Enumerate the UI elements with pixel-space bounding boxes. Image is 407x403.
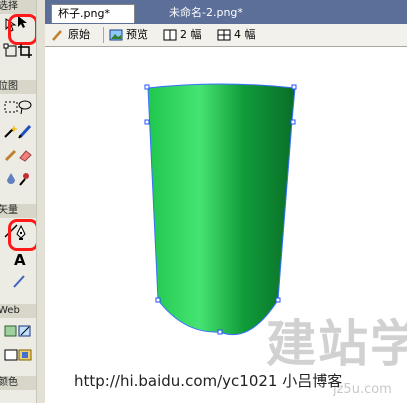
four-up-view-button[interactable]: 4 幅 xyxy=(217,27,256,43)
four-pane-icon xyxy=(217,29,231,41)
site-watermark-chinese: 建站学 xyxy=(266,315,407,373)
brush-icon[interactable] xyxy=(16,122,34,140)
original-view-button[interactable]: 原始 xyxy=(51,27,90,43)
two-pane-icon xyxy=(163,29,177,41)
rubber-stamp-icon[interactable] xyxy=(16,170,34,188)
lasso-icon[interactable] xyxy=(16,98,34,116)
eraser-icon[interactable] xyxy=(16,146,34,164)
text-tool-icon[interactable]: A xyxy=(10,250,28,268)
document-tab-bar: 杯子.png* 未命名-2.png* xyxy=(45,0,407,24)
crop-icon[interactable] xyxy=(16,42,34,60)
slice-icon[interactable] xyxy=(16,322,34,340)
knife-icon[interactable] xyxy=(10,272,28,290)
preview-view-label: 预览 xyxy=(126,28,148,41)
svg-text:A: A xyxy=(14,251,26,267)
image-icon xyxy=(109,29,123,41)
show-slices-icon[interactable] xyxy=(16,346,34,364)
pencil-icon xyxy=(52,30,62,41)
four-up-view-label: 4 幅 xyxy=(234,28,256,41)
highlight-pen-tool xyxy=(8,219,39,251)
preview-view-button[interactable]: 预览 xyxy=(109,27,148,43)
view-mode-bar: 原始 预览 2 幅 4 幅 xyxy=(45,24,407,47)
tab-cup-png[interactable]: 杯子.png* xyxy=(51,4,135,23)
highlight-pointer xyxy=(8,14,38,45)
tab-untitled-2[interactable]: 未命名-2.png* xyxy=(163,4,249,22)
cup-vector-shape[interactable] xyxy=(140,82,302,338)
blog-url-caption: http://hi.baidu.com/yc1021 小吕博客 xyxy=(74,372,343,390)
two-up-view-label: 2 幅 xyxy=(180,28,202,41)
two-up-view-button[interactable]: 2 幅 xyxy=(163,27,202,43)
original-view-label: 原始 xyxy=(68,28,90,41)
tools-panel-scrollbar[interactable] xyxy=(36,0,45,403)
separator xyxy=(103,27,104,43)
